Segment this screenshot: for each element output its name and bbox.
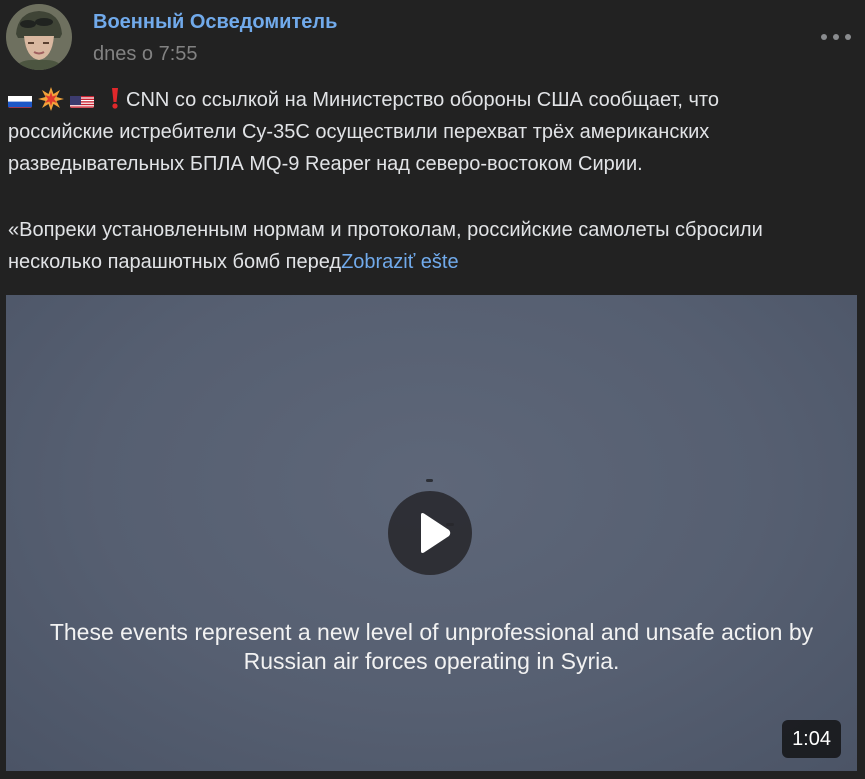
text-line-2: российские истребители Су-35С осуществил… — [8, 121, 710, 143]
russia-flag-icon — [8, 91, 32, 108]
video-caption: These events represent a new level of un… — [49, 619, 814, 674]
dot — [845, 34, 851, 40]
more-dots-icon[interactable] — [821, 30, 851, 44]
soldier-avatar-icon — [6, 4, 72, 70]
post-header: Военный Осведомитель dnes o 7:55 — [6, 4, 865, 70]
show-more-link[interactable]: Zobraziť ešte — [341, 251, 459, 273]
post-text: CNN со ссылкой на Министерство обороны С… — [8, 84, 858, 278]
exclamation-icon — [110, 87, 120, 109]
author-avatar[interactable] — [6, 4, 72, 70]
collision-icon — [38, 87, 64, 111]
text-line-4: «Вопреки установленным нормам и протокол… — [8, 219, 763, 241]
usa-flag-icon — [70, 91, 94, 108]
post-card: Военный Осведомитель dnes o 7:55 CNN со … — [0, 0, 865, 779]
video-player[interactable]: These events represent a new level of un… — [6, 295, 857, 771]
truncated-text: несколько парашютных бомб перед — [8, 251, 342, 273]
text-line-3: разведывательных БПЛА MQ-9 Reaper над се… — [8, 153, 643, 175]
dot — [821, 34, 827, 40]
video-speck — [426, 479, 433, 482]
video-duration-badge: 1:04 — [782, 720, 841, 758]
text-line-5: несколько парашютных бомб передZobraziť … — [8, 246, 858, 278]
dot — [833, 34, 839, 40]
text-line-1-content: CNN со ссылкой на Министерство обороны С… — [126, 89, 719, 111]
play-icon — [421, 513, 451, 553]
author-name-link[interactable]: Военный Осведомитель — [93, 11, 337, 34]
text-line-1: CNN со ссылкой на Министерство обороны С… — [8, 84, 858, 116]
play-button[interactable] — [388, 491, 472, 575]
post-timestamp[interactable]: dnes o 7:55 — [93, 43, 198, 66]
